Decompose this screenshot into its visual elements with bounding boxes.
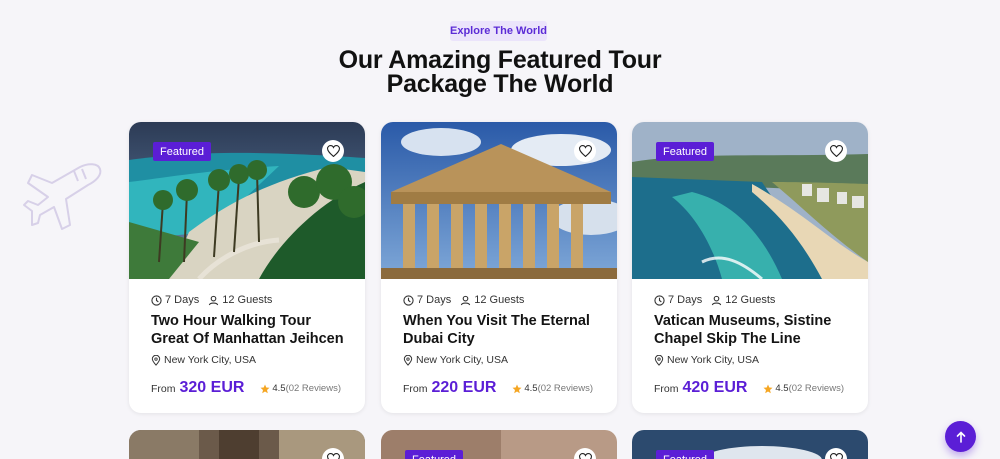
rating-score: 4.5	[775, 383, 789, 394]
tour-card[interactable]: Featured 7 Days 12 Guests Two Hour Walki…	[129, 122, 365, 413]
guests: 12 Guests	[725, 294, 776, 306]
duration: 7 Days	[417, 294, 452, 306]
review-count: (02 Reviews)	[285, 383, 341, 394]
price-prefix: From	[654, 383, 679, 395]
heart-icon	[326, 145, 340, 157]
rating-score: 4.5	[272, 383, 286, 394]
price-prefix: From	[151, 383, 176, 395]
tour-card[interactable]: Featured	[381, 430, 617, 459]
featured-badge: Featured	[405, 450, 464, 459]
user-icon	[209, 295, 219, 305]
review-count: (02 Reviews)	[788, 383, 844, 394]
tour-card[interactable]	[129, 430, 365, 459]
location-pin-icon	[654, 354, 664, 366]
clock-icon	[403, 294, 414, 306]
tour-price: 320 EUR	[179, 379, 245, 396]
plane-icon	[23, 163, 102, 230]
eyebrow-badge: Explore The World	[450, 21, 547, 41]
duration: 7 Days	[668, 294, 703, 306]
wishlist-button[interactable]	[825, 140, 847, 162]
featured-badge: Featured	[656, 450, 715, 459]
heart-icon	[326, 453, 340, 459]
tour-location: New York City, USA	[164, 354, 257, 366]
star-icon	[512, 384, 522, 393]
rating-score: 4.5	[524, 383, 538, 394]
heart-icon	[829, 453, 843, 459]
price-prefix: From	[403, 383, 428, 395]
arrow-up-icon	[956, 430, 965, 443]
tour-card[interactable]: Featured	[632, 430, 868, 459]
review-count: (02 Reviews)	[537, 383, 593, 394]
tour-location: New York City, USA	[667, 354, 760, 366]
tour-title[interactable]: Vatican Museums, Sistine Chapel Skip The…	[654, 312, 849, 348]
back-to-top-button[interactable]	[945, 421, 976, 452]
duration: 7 Days	[165, 294, 200, 306]
clock-icon	[151, 294, 162, 306]
location-pin-icon	[403, 354, 413, 366]
star-icon	[260, 384, 270, 393]
tour-card[interactable]: Featured 7 Days 12 Guests Vatican Museum…	[632, 122, 868, 413]
tour-price: 420 EUR	[682, 379, 748, 396]
heart-icon	[829, 145, 843, 157]
featured-badge: Featured	[656, 142, 715, 161]
location-pin-icon	[151, 354, 161, 366]
tour-location: New York City, USA	[416, 354, 509, 366]
heart-icon	[578, 453, 592, 459]
tour-price: 220 EUR	[431, 379, 497, 396]
star-icon	[763, 384, 773, 393]
section-heading: Our Amazing Featured Tour Package The Wo…	[338, 46, 662, 98]
tour-card[interactable]: 7 Days 12 Guests When You Visit The Eter…	[381, 122, 617, 413]
user-icon	[461, 295, 471, 305]
guests: 12 Guests	[474, 294, 525, 306]
featured-badge: Featured	[153, 142, 212, 161]
user-icon	[712, 295, 722, 305]
clock-icon	[654, 294, 665, 306]
heart-icon	[578, 145, 592, 157]
tour-title[interactable]: When You Visit The Eternal Dubai City	[403, 312, 598, 348]
tour-title[interactable]: Two Hour Walking Tour Great Of Manhattan…	[151, 312, 346, 348]
wishlist-button[interactable]	[574, 140, 596, 162]
wishlist-button[interactable]	[322, 140, 344, 162]
guests: 12 Guests	[222, 294, 273, 306]
